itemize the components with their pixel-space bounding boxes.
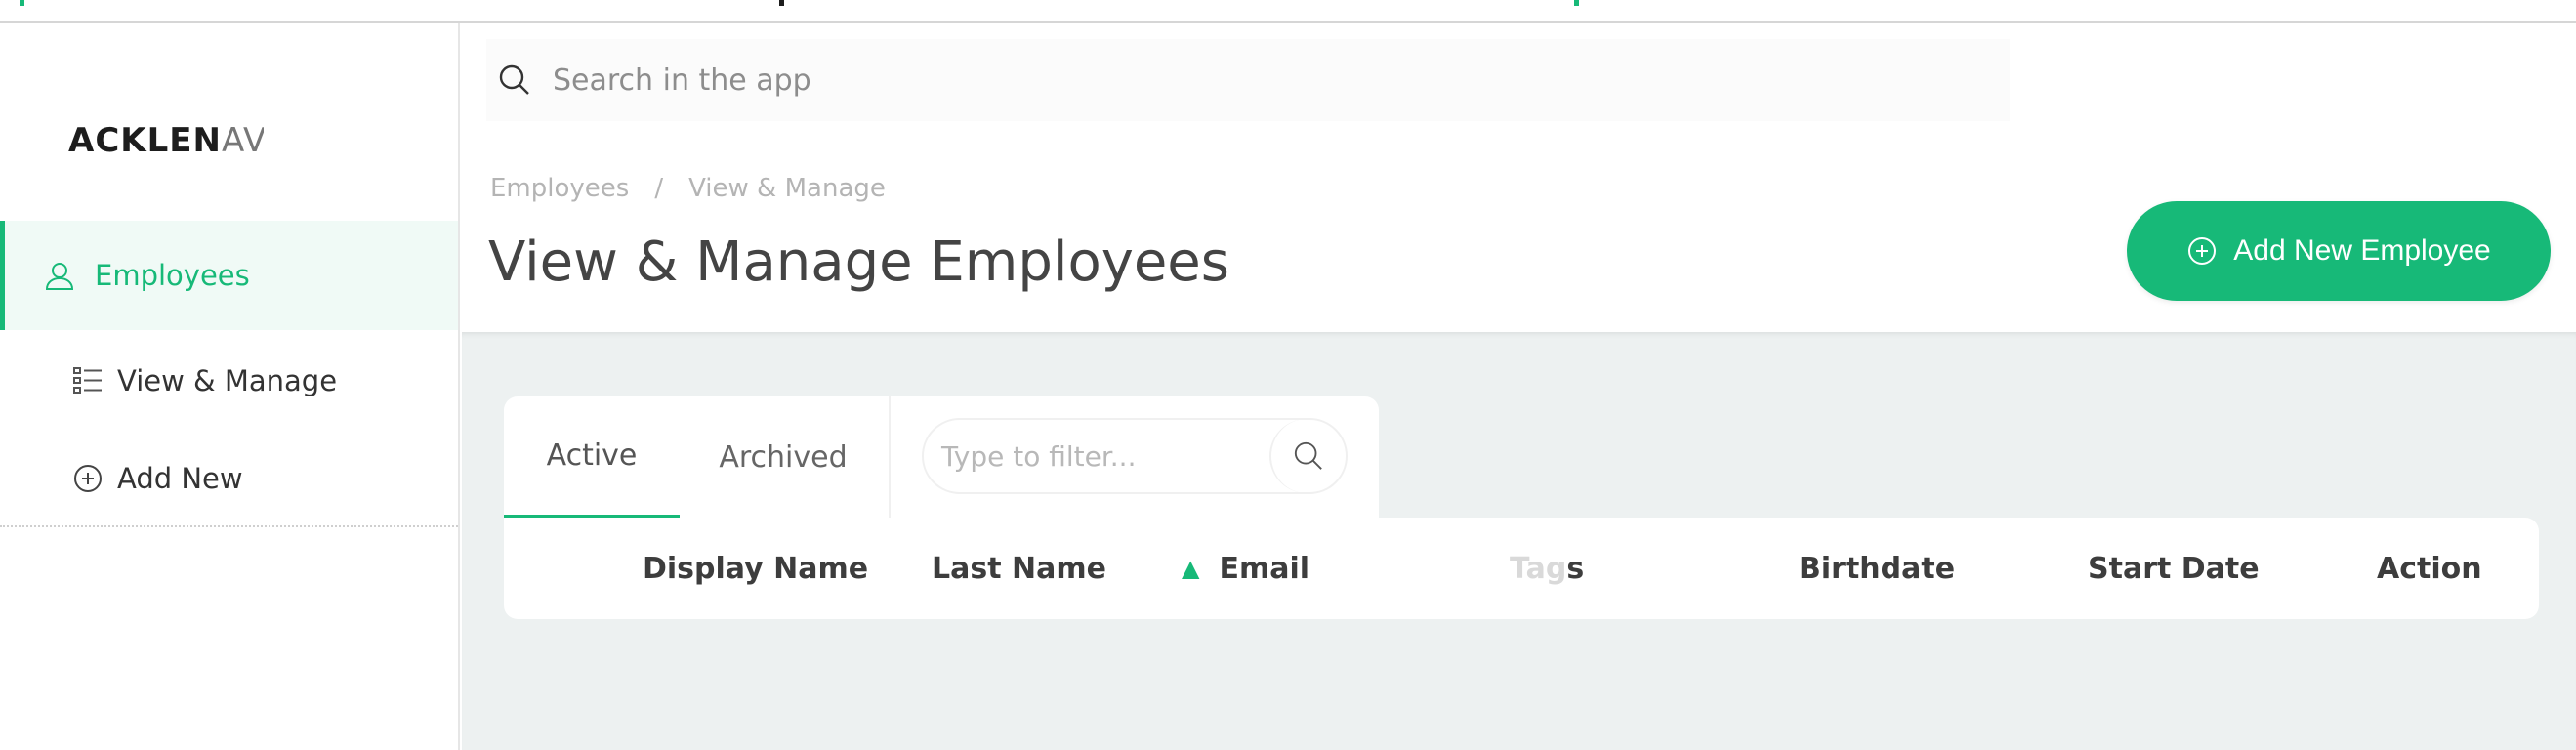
column-label: Start Date xyxy=(2088,551,2260,586)
column-header-tags[interactable]: Tag s xyxy=(1510,518,1584,619)
breadcrumb-item-view-manage: View & Manage xyxy=(688,174,886,203)
search-icon xyxy=(498,63,531,97)
column-label-faded: Tag xyxy=(1510,551,1567,586)
sidebar-item-label: View & Manage xyxy=(117,364,338,397)
breadcrumb-separator: / xyxy=(654,174,664,203)
sidebar-item-add-new[interactable]: Add New xyxy=(0,424,458,533)
plus-circle-icon xyxy=(70,461,105,496)
list-icon xyxy=(70,363,105,398)
sidebar: ACKLENAV Employees View & Manage Add New xyxy=(0,23,460,750)
sidebar-item-employees[interactable]: Employees xyxy=(0,221,458,330)
add-new-employee-button[interactable]: Add New Employee xyxy=(2127,201,2551,301)
top-marker xyxy=(20,0,24,6)
column-header-birthdate[interactable]: Birthdate xyxy=(1799,518,1955,619)
column-header-action: Action xyxy=(2377,518,2482,619)
column-label: Birthdate xyxy=(1799,551,1956,586)
tab-label: Active xyxy=(546,438,638,473)
employees-table-header: Display Name Last Name ▲ Email Tag s Birt… xyxy=(504,518,2539,619)
plus-circle-icon xyxy=(2186,235,2218,267)
column-header-display-name[interactable]: Display Name xyxy=(643,518,868,619)
search-icon xyxy=(1293,440,1324,472)
tab-divider xyxy=(889,396,891,518)
top-marker xyxy=(1574,0,1579,6)
logo-text-faded: AV xyxy=(221,121,264,160)
tabs-bar: Active Archived Type to filter... xyxy=(504,396,1379,518)
column-label: Email xyxy=(1219,551,1310,586)
tab-archived[interactable]: Archived xyxy=(695,396,871,518)
column-label: Last Name xyxy=(932,551,1106,586)
logo-text: ACKLEN xyxy=(68,121,222,160)
tab-active[interactable]: Active xyxy=(504,396,680,518)
sidebar-item-label: Add New xyxy=(117,462,243,495)
breadcrumb: Employees / View & Manage xyxy=(490,174,886,203)
column-header-last-name[interactable]: Last Name xyxy=(932,518,1106,619)
column-header-start-date[interactable]: Start Date xyxy=(2088,518,2260,619)
breadcrumb-item-employees[interactable]: Employees xyxy=(490,174,629,203)
top-border xyxy=(0,0,2576,23)
sort-ascending-icon: ▲ xyxy=(1182,555,1200,582)
user-icon xyxy=(42,258,77,293)
tab-label: Archived xyxy=(719,439,848,475)
column-header-email[interactable]: ▲ Email xyxy=(1182,518,1309,619)
sidebar-divider xyxy=(0,525,458,527)
app-logo[interactable]: ACKLENAV xyxy=(68,121,264,160)
filter-input[interactable]: Type to filter... xyxy=(941,440,1269,473)
filter-search-button[interactable] xyxy=(1269,419,1346,493)
global-search[interactable]: Search in the app xyxy=(486,39,2010,121)
add-button-label: Add New Employee xyxy=(2233,234,2491,267)
column-label: s xyxy=(1566,551,1585,586)
sidebar-item-label: Employees xyxy=(95,259,250,292)
filter-field[interactable]: Type to filter... xyxy=(922,418,1348,494)
top-marker xyxy=(779,0,784,6)
column-label: Display Name xyxy=(643,551,869,586)
search-input[interactable]: Search in the app xyxy=(553,63,811,98)
column-label: Action xyxy=(2377,551,2482,586)
page-title: View & Manage Employees xyxy=(488,230,1229,294)
sidebar-item-view-manage[interactable]: View & Manage xyxy=(0,326,458,436)
